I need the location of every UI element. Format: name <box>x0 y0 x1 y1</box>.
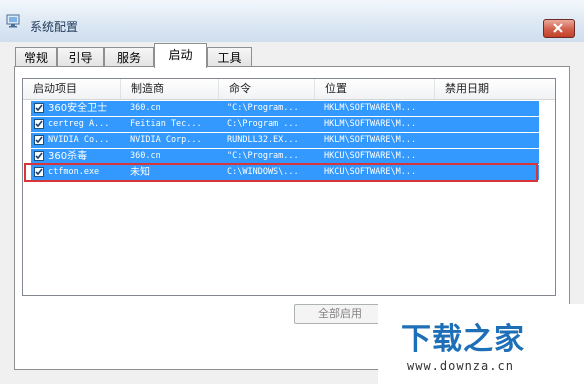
tab-boot[interactable]: 引导 <box>57 47 104 67</box>
close-button[interactable] <box>543 19 575 38</box>
watermark-url: www.downza.cn <box>407 359 514 373</box>
column-header-maker[interactable]: 制造商 <box>121 79 219 99</box>
system-config-icon <box>6 14 20 28</box>
cell-disabled-date <box>444 133 534 148</box>
column-header-location[interactable]: 位置 <box>315 79 435 99</box>
tab-startup[interactable]: 启动 <box>154 43 207 68</box>
column-header-disabled-date[interactable]: 禁用日期 <box>435 79 555 99</box>
watermark-title: 下载之家 <box>401 322 525 357</box>
cell-location: HKLM\SOFTWARE\M... <box>324 103 417 113</box>
cell-command: "C:\Program... <box>227 103 299 113</box>
cell-command: RUNDLL32.EX... <box>227 135 299 145</box>
cell-maker: 360.cn <box>130 151 161 161</box>
window-title: 系统配置 <box>30 20 79 34</box>
cell-location: HKLM\SOFTWARE\M... <box>324 135 417 145</box>
watermark: 下载之家 www.downza.cn <box>378 304 584 384</box>
cell-item: NVIDIA Co... <box>48 135 110 145</box>
cell-maker: Feitian Tec... <box>130 119 202 129</box>
cell-item: certreg A... <box>48 119 110 129</box>
cell-maker: NVIDIA Corp... <box>130 135 202 145</box>
cell-disabled-date <box>444 101 534 116</box>
cell-location: HKLM\SOFTWARE\M... <box>324 119 417 129</box>
checkmark-icon <box>35 152 43 160</box>
table-row[interactable]: certreg A... Feitian Tec... C:\Program .… <box>31 117 539 132</box>
startup-item-checkbox[interactable] <box>34 119 44 129</box>
tab-services[interactable]: 服务 <box>104 47 154 67</box>
startup-items-list[interactable]: 启动项目 制造商 命令 位置 禁用日期 360安全卫士 360.cn "C:\P… <box>22 78 556 296</box>
cell-item: 360安全卫士 <box>48 103 108 114</box>
startup-item-checkbox[interactable] <box>34 135 44 145</box>
enable-all-button[interactable]: 全部启用 <box>294 304 386 324</box>
startup-item-checkbox[interactable] <box>34 151 44 161</box>
table-row[interactable]: 360杀毒 360.cn "C:\Program... HKCU\SOFTWAR… <box>31 149 539 164</box>
tab-tools[interactable]: 工具 <box>207 47 252 67</box>
list-header: 启动项目 制造商 命令 位置 禁用日期 <box>23 79 555 100</box>
table-row[interactable]: NVIDIA Co... NVIDIA Corp... RUNDLL32.EX.… <box>31 133 539 148</box>
checkmark-icon <box>35 104 43 112</box>
tab-general[interactable]: 常规 <box>15 47 57 67</box>
title-bar: 系统配置 <box>0 0 584 42</box>
close-icon <box>553 23 563 33</box>
cell-item: 360杀毒 <box>48 151 88 162</box>
table-row[interactable]: 360安全卫士 360.cn "C:\Program... HKLM\SOFTW… <box>31 101 539 116</box>
cell-command: "C:\Program... <box>227 151 299 161</box>
cell-maker: 360.cn <box>130 103 161 113</box>
highlight-box <box>24 163 538 182</box>
cell-command: C:\Program ... <box>227 119 299 129</box>
checkmark-icon <box>35 120 43 128</box>
column-header-command[interactable]: 命令 <box>219 79 315 99</box>
cell-location: HKCU\SOFTWARE\M... <box>324 151 417 161</box>
checkmark-icon <box>35 136 43 144</box>
cell-disabled-date <box>444 149 534 164</box>
column-header-item[interactable]: 启动项目 <box>23 79 121 99</box>
startup-item-checkbox[interactable] <box>34 103 44 113</box>
cell-disabled-date <box>444 117 534 132</box>
